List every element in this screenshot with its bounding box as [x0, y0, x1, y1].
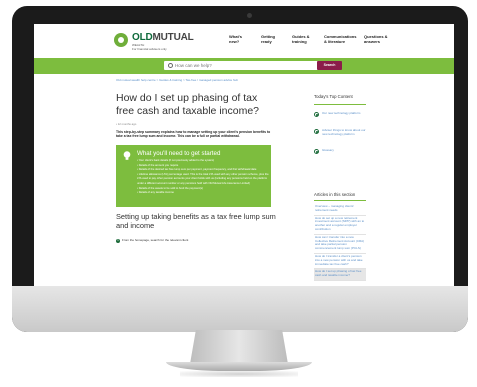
requirements-title: What you'll need to get started: [137, 150, 221, 157]
play-icon: [314, 129, 319, 134]
list-item[interactable]: How do I transfer a client's pension int…: [314, 254, 366, 270]
list-item: Details of any taxable income: [137, 191, 269, 196]
nav-guides-training[interactable]: Guides & training: [292, 34, 314, 44]
requirements-list: Your client's bank details (if not previ…: [137, 159, 269, 196]
play-icon: [314, 112, 319, 117]
lightbulb-icon: [123, 151, 131, 160]
search-input[interactable]: How can we help?: [164, 61, 324, 70]
step-text: From the homepage, search for the releva…: [122, 238, 189, 242]
nav-whats-new[interactable]: What's new?: [229, 34, 247, 44]
browser-screen: OLDMUTUAL WEALTH For financial advisers o…: [34, 24, 454, 286]
search-placeholder: How can we help?: [175, 63, 212, 68]
stand-shadow: [180, 371, 298, 377]
article-intro: This step-by-step summary explains how t…: [116, 130, 271, 139]
site-header: OLDMUTUAL WEALTH For financial advisers o…: [34, 24, 454, 58]
play-icon: [314, 149, 319, 154]
section-articles-heading: Articles in this section: [314, 192, 356, 197]
monitor-stand: [190, 330, 288, 364]
section-heading: Setting up taking benefits as a tax free…: [116, 212, 276, 231]
divider: [314, 200, 366, 201]
step-1: 1 From the homepage, search for the relev…: [116, 238, 188, 243]
article-meta: • 12 months ago: [116, 122, 137, 126]
monitor-base: [166, 362, 312, 371]
logo-icon[interactable]: [114, 33, 128, 47]
list-item[interactable]: How can I transfer into a new Collective…: [314, 235, 366, 254]
nav-questions-answers[interactable]: Questions & answers: [364, 34, 390, 44]
step-number-badge: 1: [116, 239, 120, 243]
logo-wordmark[interactable]: OLDMUTUAL: [132, 32, 194, 43]
search-button[interactable]: Search: [317, 61, 342, 70]
list-item[interactable]: How do set up a new retirement investmen…: [314, 216, 366, 235]
article-title: How do I set up phasing of tax free cash…: [116, 92, 260, 117]
list-item[interactable]: Overview – managing clients' retirement …: [314, 204, 366, 216]
list-item-active[interactable]: How do I set up phasing of tax free cash…: [314, 269, 366, 281]
nav-getting-ready[interactable]: Getting ready: [261, 34, 281, 44]
requirements-box: What you'll need to get started Your cli…: [116, 145, 271, 207]
top-content-heading: Today's Top Content: [314, 94, 353, 99]
section-articles-list: Overview – managing clients' retirement …: [314, 204, 366, 281]
divider: [314, 104, 366, 105]
logo-subtitle: WEALTH For financial advisers only: [132, 43, 167, 51]
webcam: [247, 13, 252, 18]
nav-communications[interactable]: Communications & literature: [324, 34, 356, 44]
monitor-chin: [12, 286, 468, 332]
search-icon: [168, 63, 173, 68]
list-item: Lifetime allowance (LTA) percentage used…: [137, 173, 269, 187]
breadcrumb[interactable]: Old mutual wealth help centre > Guides &…: [116, 78, 238, 82]
